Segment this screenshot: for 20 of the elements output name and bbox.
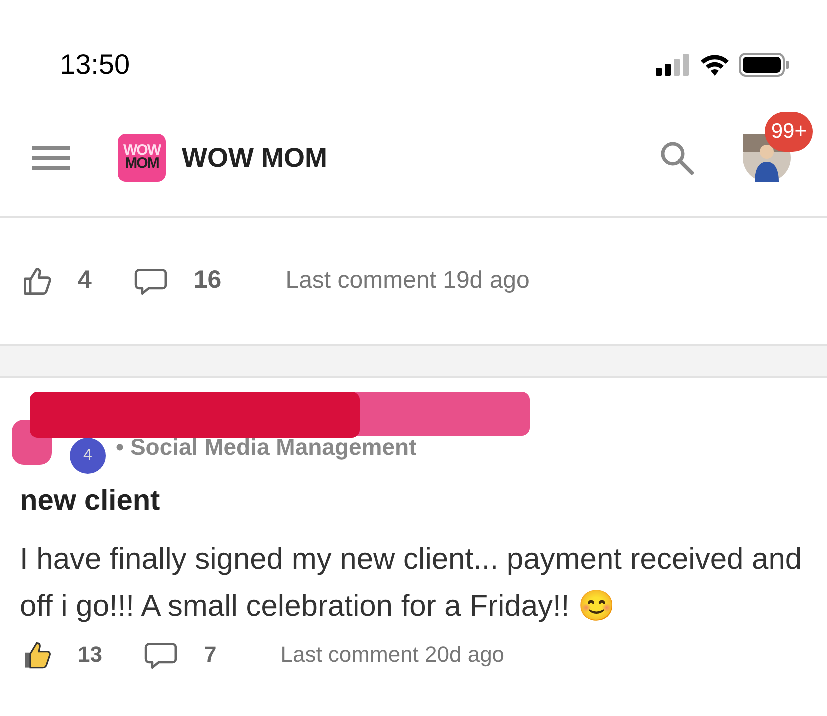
comment-count: 7: [204, 641, 217, 669]
status-time: 13:50: [60, 48, 130, 82]
thumbs-up-outline-icon[interactable]: [22, 265, 54, 297]
like-count: 4: [78, 265, 92, 296]
author-badge: 4: [70, 438, 106, 474]
logo-icon: WOW MOM: [118, 134, 166, 182]
post-body: I have finally signed my new client... payment received and off i go!!! A small celebration for a Friday!! 😊: [19, 542, 804, 624]
app-title: WOW MOM: [182, 142, 328, 175]
comment-count: 16: [194, 265, 222, 296]
last-comment-time: Last comment 19d ago: [286, 266, 530, 296]
battery-icon: [739, 53, 791, 77]
post-title: new client: [19, 484, 162, 519]
search-icon[interactable]: [659, 140, 695, 176]
signal-icon: [655, 54, 691, 76]
wifi-icon: [699, 53, 731, 77]
like-count: 13: [78, 641, 102, 669]
menu-icon[interactable]: [32, 144, 70, 172]
notification-badge: 99+: [765, 112, 813, 152]
last-comment-time: Last comment 20d ago: [280, 641, 505, 669]
category-label: • Social Media Management: [116, 433, 417, 462]
